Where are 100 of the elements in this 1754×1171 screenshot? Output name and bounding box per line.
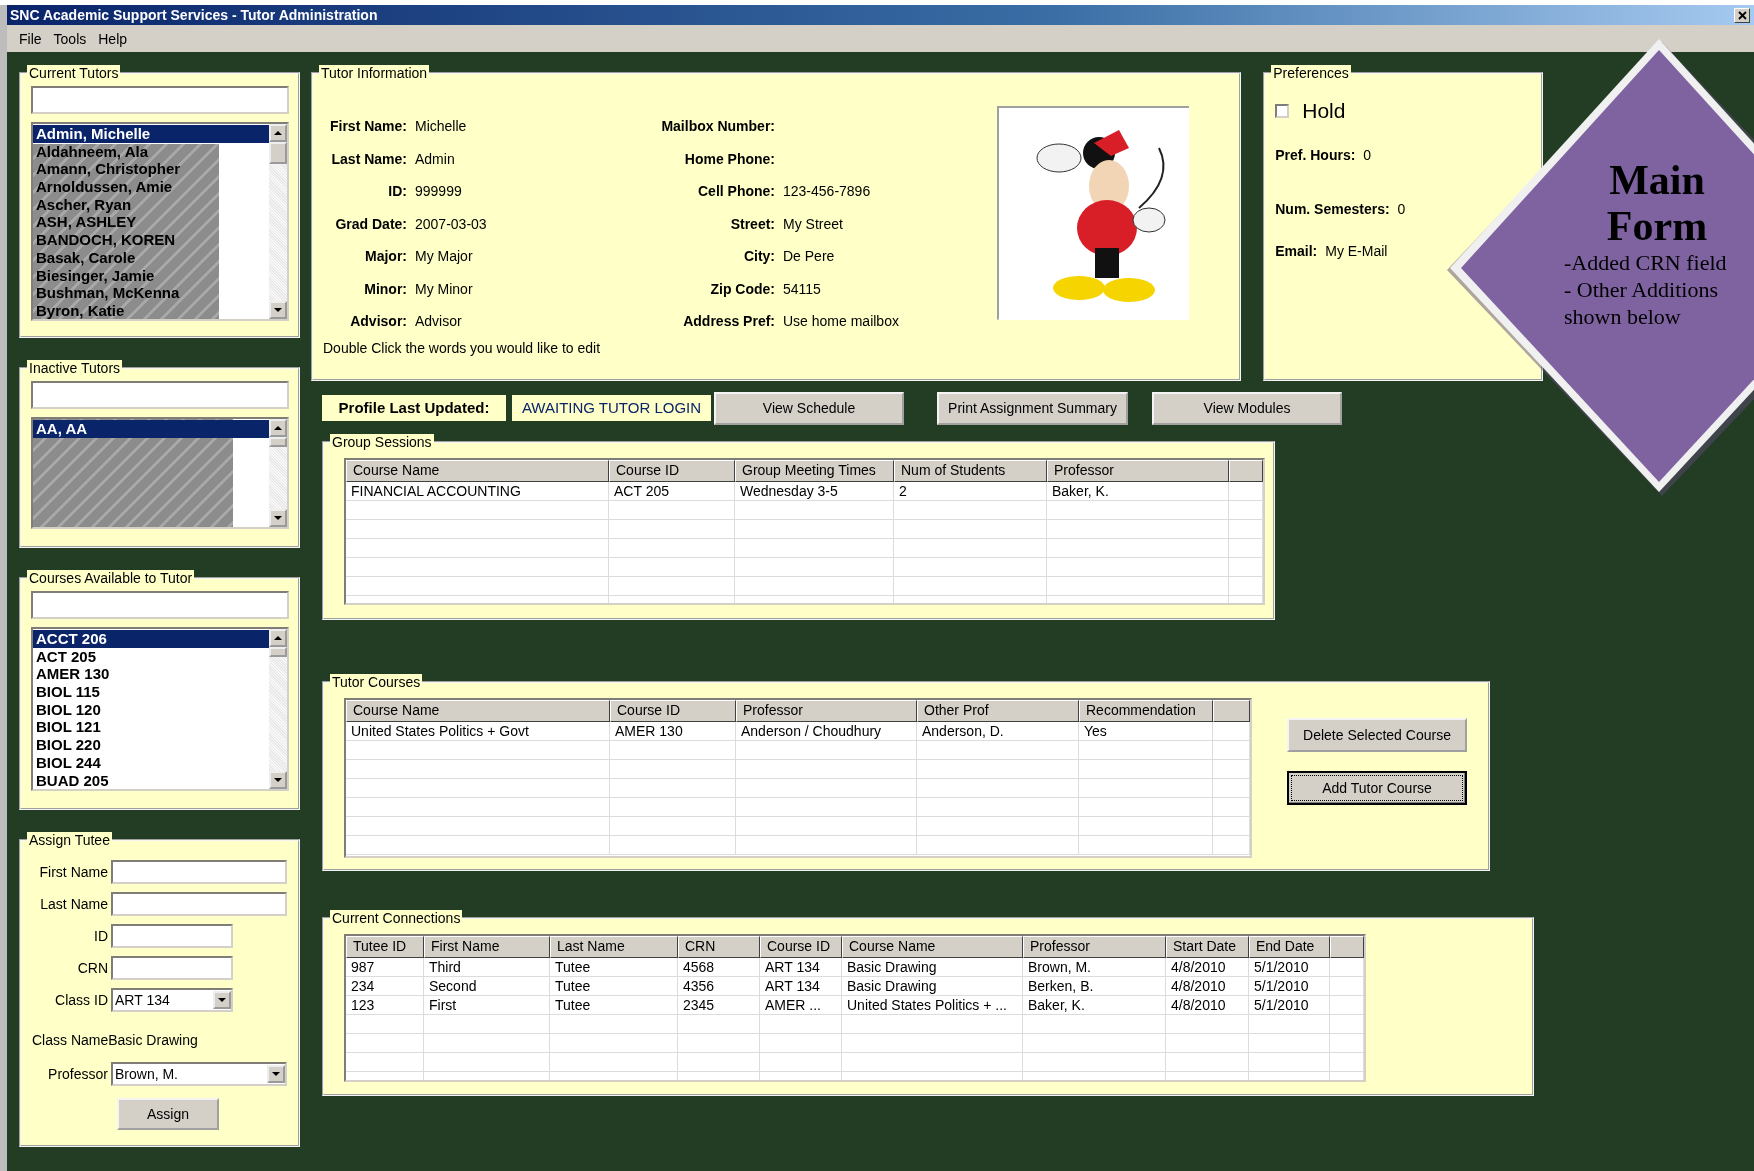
field-label: Grad Date: (334, 215, 407, 232)
field-label: Address Pref: (682, 313, 775, 330)
dropdown-button[interactable] (213, 991, 231, 1009)
column-header[interactable]: First Name (424, 936, 550, 958)
input-field[interactable] (111, 924, 233, 948)
checkbox[interactable] (1275, 104, 1290, 118)
column-header[interactable]: Course Name (346, 700, 610, 722)
scroll-thumb[interactable] (269, 142, 287, 164)
table-cell: Basic Drawing (842, 977, 1023, 996)
scroll-up-button[interactable] (269, 124, 287, 142)
table-cell: AMER ... (760, 996, 842, 1015)
scroll-thumb[interactable] (269, 437, 287, 447)
input-field[interactable] (111, 860, 287, 884)
column-header[interactable]: Last Name (550, 936, 678, 958)
checkbox-label: Hold (1302, 99, 1346, 123)
list-item[interactable]: AMER 130 (33, 665, 269, 684)
column-header[interactable]: Course Name (842, 936, 1023, 958)
scroll-up-button[interactable] (269, 419, 287, 437)
column-header[interactable]: Professor (736, 700, 917, 722)
list-item[interactable]: ACT 205 (33, 647, 269, 666)
field-label: First Name (38, 864, 108, 880)
scroll-down-button[interactable] (269, 771, 287, 789)
column-header[interactable]: Start Date (1166, 936, 1249, 958)
column-header[interactable]: Professor (1047, 460, 1229, 482)
dropdown-button[interactable] (267, 1065, 285, 1083)
list-item[interactable]: BIOL 244 (33, 753, 269, 772)
list-item[interactable]: Ascher, Ryan (33, 195, 269, 214)
field-label: CRN (76, 960, 108, 976)
column-header[interactable]: Professor (1023, 936, 1166, 958)
list-item[interactable]: BANDOCH, KOREN (33, 231, 269, 249)
table-cell (1213, 722, 1250, 741)
list-item[interactable]: ASH, ASHLEY (33, 213, 269, 232)
action-button[interactable]: View Schedule (714, 391, 904, 425)
scroll-down-button[interactable] (269, 301, 287, 319)
table-cell (1213, 779, 1250, 798)
table-cell: Second (424, 977, 550, 996)
search-field[interactable] (31, 86, 289, 114)
list-item[interactable]: BIOL 120 (33, 700, 269, 719)
search-field[interactable] (31, 591, 289, 619)
menu-item[interactable]: Tools (47, 30, 93, 47)
column-header[interactable]: Course ID (760, 936, 842, 958)
table-cell (1229, 520, 1263, 539)
list-item[interactable]: BUAD 205 (33, 771, 269, 789)
down-arrow-icon (216, 996, 228, 1004)
table-cell: 4568 (678, 958, 760, 977)
table-cell: ACT 205 (609, 482, 735, 501)
column-header[interactable]: CRN (678, 936, 760, 958)
field-value: My Major (415, 248, 474, 265)
input-field[interactable] (111, 956, 233, 980)
dropdown[interactable]: Brown, M. (111, 1062, 287, 1086)
panel-title: Tutor Information (319, 65, 430, 81)
column-header[interactable]: Tutee ID (346, 936, 424, 958)
field-value: 999999 (415, 183, 463, 200)
input-field[interactable] (111, 892, 287, 916)
field-value: Advisor (415, 313, 463, 330)
list-item[interactable]: Byron, Katie (33, 301, 269, 319)
action-button[interactable]: Print Assignment Summary (937, 391, 1128, 425)
list-item[interactable]: Amann, Christopher (33, 160, 269, 179)
action-button[interactable]: View Modules (1152, 391, 1342, 425)
table-cell (1330, 977, 1364, 996)
course-button[interactable]: Add Tutor Course (1287, 771, 1467, 805)
table-cell (1229, 577, 1263, 596)
menu-item[interactable]: Help (92, 30, 134, 47)
close-button[interactable] (1734, 7, 1750, 23)
panel-title: Inactive Tutors (27, 360, 123, 376)
field-label: First Name: (328, 118, 407, 135)
column-header[interactable]: Recommendation (1079, 700, 1213, 722)
list-item[interactable]: Admin, Michelle (33, 125, 269, 143)
table-cell (1229, 539, 1263, 558)
column-header[interactable]: Group Meeting Times (735, 460, 894, 482)
column-header[interactable]: End Date (1249, 936, 1330, 958)
table-cell: 5/1/2010 (1249, 996, 1330, 1015)
column-header[interactable]: Other Prof (917, 700, 1079, 722)
column-header[interactable]: Course ID (609, 460, 735, 482)
list-item[interactable]: Bushman, McKenna (33, 284, 269, 302)
assign-button[interactable]: Assign (117, 1098, 219, 1130)
table-cell: FINANCIAL ACCOUNTING (346, 482, 609, 501)
list-item[interactable]: Aldahneem, Ala (33, 142, 269, 161)
field-value: 0 (1363, 147, 1372, 163)
list-item[interactable]: Arnoldussen, Amie (33, 178, 269, 196)
list-item[interactable]: ACCT 206 (33, 630, 269, 648)
list-item[interactable]: BIOL 115 (33, 683, 269, 701)
panel-title: Courses Available to Tutor (27, 570, 195, 586)
scrollbar[interactable] (269, 124, 287, 319)
list-item[interactable]: Biesinger, Jamie (33, 266, 269, 285)
dropdown[interactable]: ART 134 (111, 988, 233, 1012)
scroll-down-button[interactable] (269, 509, 287, 527)
course-button[interactable]: Delete Selected Course (1287, 718, 1467, 752)
scroll-up-button[interactable] (269, 629, 287, 647)
list-item[interactable]: Basak, Carole (33, 248, 269, 267)
column-header[interactable]: Course ID (610, 700, 736, 722)
scroll-thumb[interactable] (269, 647, 287, 657)
list-item[interactable]: BIOL 121 (33, 718, 269, 737)
table-cell: Anderson, D. (917, 722, 1079, 741)
column-header[interactable]: Num of Students (894, 460, 1047, 482)
table-cell: Wednesday 3-5 (735, 482, 894, 501)
list-item[interactable]: BIOL 220 (33, 736, 269, 754)
scrollbar[interactable] (269, 629, 287, 789)
menu-item[interactable]: File (13, 30, 48, 47)
column-header[interactable]: Course Name (346, 460, 609, 482)
